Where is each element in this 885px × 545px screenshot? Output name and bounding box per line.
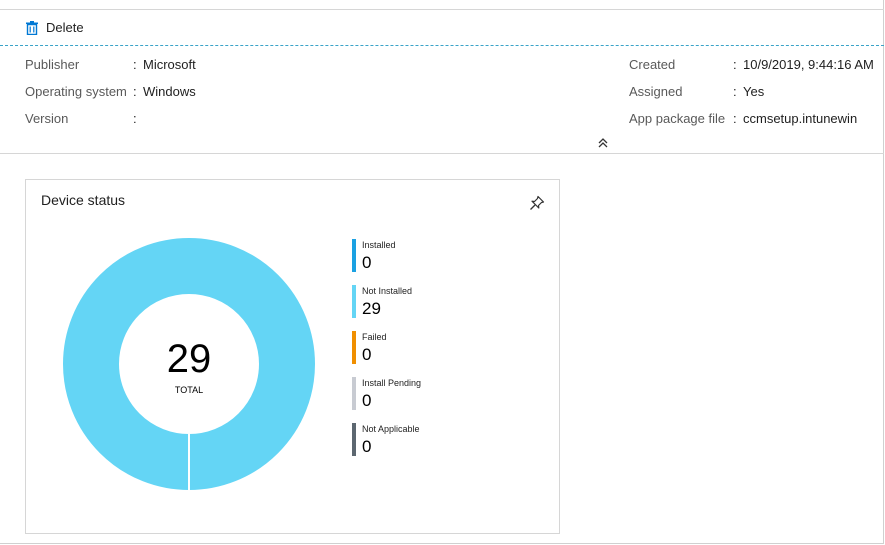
legend-label-failed: Failed <box>362 332 387 342</box>
os-value: Windows <box>143 84 196 99</box>
assigned-colon: : <box>733 84 737 99</box>
legend-color-install-pending <box>352 377 356 410</box>
legend-color-failed <box>352 331 356 364</box>
essentials-panel: Publisher : Microsoft Operating system :… <box>0 46 884 154</box>
legend-value-installed: 0 <box>362 253 372 272</box>
publisher-value: Microsoft <box>143 57 196 72</box>
legend-value-not-installed: 29 <box>362 299 381 318</box>
assigned-value: Yes <box>743 84 765 99</box>
pin-icon[interactable] <box>529 195 545 211</box>
publisher-colon: : <box>133 57 137 72</box>
publisher-label: Publisher <box>25 57 80 72</box>
command-bar: Delete <box>0 10 884 46</box>
os-label: Operating system <box>25 84 127 99</box>
legend-item-failed[interactable]: Failed 0 <box>352 331 472 367</box>
delete-button[interactable]: Delete <box>26 20 84 35</box>
version-label: Version <box>25 111 69 126</box>
package-colon: : <box>733 111 737 126</box>
legend-label-installed: Installed <box>362 240 396 250</box>
legend-label-install-pending: Install Pending <box>362 378 422 388</box>
legend-value-install-pending: 0 <box>362 391 372 410</box>
assigned-label: Assigned <box>629 84 683 99</box>
version-colon: : <box>133 111 137 126</box>
trash-icon <box>26 20 38 35</box>
legend-item-not-applicable[interactable]: Not Applicable 0 <box>352 423 472 459</box>
device-status-tile[interactable]: Device status 29 TOTAL Installed 0 Not I… <box>25 179 560 534</box>
total-count: 29 <box>166 337 212 381</box>
legend-color-not-applicable <box>352 423 356 456</box>
total-label: TOTAL <box>174 385 204 395</box>
double-chevron-up-icon[interactable] <box>596 136 610 150</box>
tile-title: Device status <box>41 192 126 208</box>
package-label: App package file <box>629 111 726 126</box>
donut-chart: 29 TOTAL <box>63 238 315 492</box>
legend-label-not-installed: Not Installed <box>362 286 413 296</box>
legend-item-install-pending[interactable]: Install Pending 0 <box>352 377 472 413</box>
legend-value-not-applicable: 0 <box>362 437 372 456</box>
legend-color-not-installed <box>352 285 356 318</box>
legend-item-installed[interactable]: Installed 0 <box>352 239 472 275</box>
created-label: Created <box>629 57 676 72</box>
created-value: 10/9/2019, 9:44:16 AM <box>743 57 874 72</box>
legend-item-not-installed[interactable]: Not Installed 29 <box>352 285 472 321</box>
os-colon: : <box>133 84 137 99</box>
created-colon: : <box>733 57 737 72</box>
legend-color-installed <box>352 239 356 272</box>
package-value: ccmsetup.intunewin <box>743 111 858 126</box>
legend-label-not-applicable: Not Applicable <box>362 424 420 434</box>
delete-label: Delete <box>46 20 84 35</box>
legend-value-failed: 0 <box>362 345 372 364</box>
